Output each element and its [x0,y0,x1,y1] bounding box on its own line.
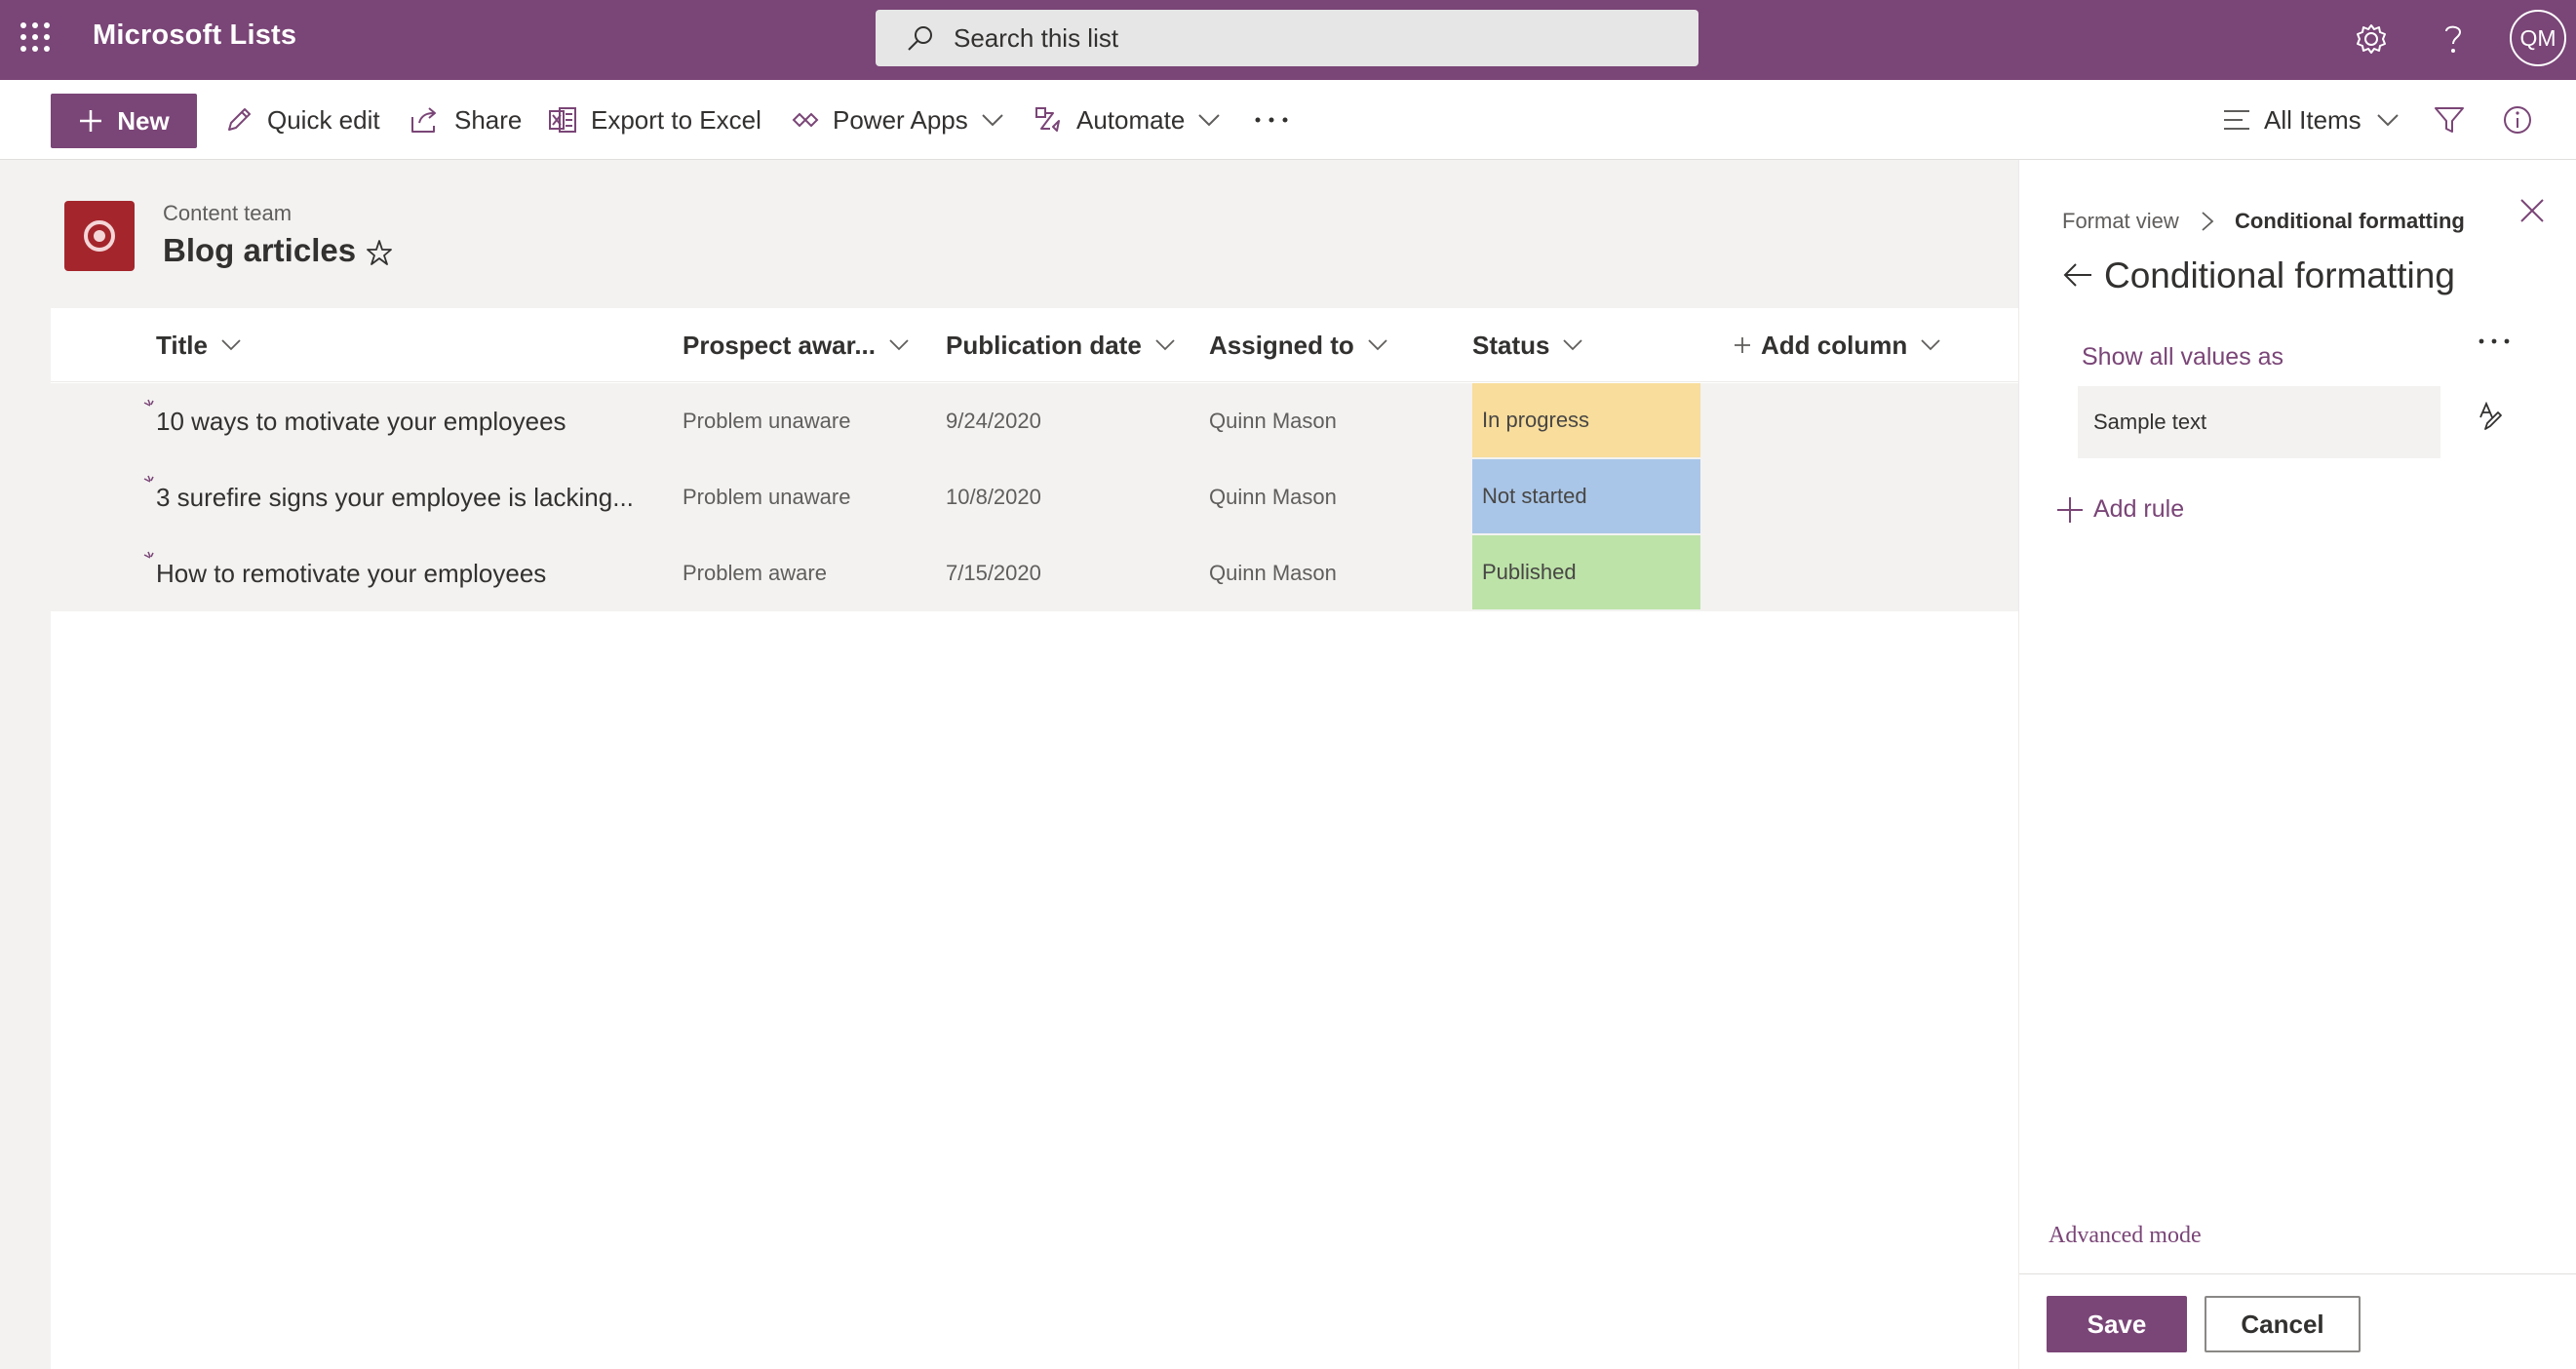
new-item-icon [142,399,156,412]
list-view-icon [2223,109,2250,131]
cancel-button[interactable]: Cancel [2205,1296,2361,1352]
row-publication-date: 10/8/2020 [946,485,1041,509]
back-arrow-icon[interactable] [2062,261,2093,289]
list-area: Content team Blog articles Title Prospec… [0,160,2018,1369]
show-all-values-label[interactable]: Show all values as [2082,343,2283,372]
breadcrumb-conditional-formatting: Conditional formatting [2235,209,2465,233]
advanced-mode-link[interactable]: Advanced mode [2049,1223,2202,1249]
row-prospect: Problem unaware [683,485,851,509]
app-name[interactable]: Microsoft Lists [93,20,296,52]
site-name[interactable]: Content team [163,201,292,226]
help-icon[interactable] [2434,18,2473,60]
table-row[interactable]: 10 ways to motivate your employees Probl… [51,383,2018,459]
breadcrumb-format-view[interactable]: Format view [2062,209,2179,234]
filter-icon[interactable] [2434,80,2465,160]
share-button[interactable]: Share [410,80,522,160]
row-assigned-to[interactable]: Quinn Mason [1209,383,1337,459]
column-header-status[interactable]: Status [1472,308,1583,382]
row-prospect: Problem aware [683,561,827,585]
row-publication-date: 7/15/2020 [946,561,1041,585]
more-horizontal-icon [1254,116,1289,124]
gear-icon[interactable] [2350,18,2393,60]
automate-icon [1034,105,1063,135]
chevron-down-icon [1563,339,1583,351]
command-bar: New Quick edit Share Export to Excel Pow… [0,80,2576,160]
view-switcher-label: All Items [2264,104,2361,135]
app-launcher-waffle-icon[interactable] [18,20,57,59]
chevron-down-icon [982,113,1003,127]
list-grid: Title Prospect awar... Publication date … [51,308,2018,1369]
status-badge: Published [1472,535,1700,609]
search-input[interactable]: Search this list [876,10,1698,66]
quick-edit-label: Quick edit [267,104,380,135]
more-options-icon[interactable] [2478,337,2511,345]
column-header-assigned-to[interactable]: Assigned to [1209,308,1387,382]
row-publication-date: 9/24/2020 [946,409,1041,433]
automate-label: Automate [1076,104,1186,135]
new-item-icon [142,551,156,565]
search-icon [905,23,936,55]
avatar[interactable]: QM [2510,10,2566,66]
share-icon [410,105,441,135]
plus-icon [78,108,103,134]
chevron-down-icon [1198,113,1221,127]
search-placeholder: Search this list [954,23,1119,53]
more-commands-button[interactable] [1254,80,1289,160]
panel-footer: Save Cancel [2019,1273,2576,1369]
suite-header: Microsoft Lists Search this list QM [0,0,2576,80]
chevron-down-icon [1921,339,1940,351]
edit-style-icon[interactable] [2478,402,2503,431]
save-button[interactable]: Save [2047,1296,2187,1352]
new-item-icon [142,475,156,489]
chevron-down-icon [2376,113,2399,127]
chevron-down-icon [1368,339,1387,351]
row-title[interactable]: 10 ways to motivate your employees [156,383,566,459]
quick-edit-button[interactable]: Quick edit [224,80,380,160]
sample-text-preview[interactable]: Sample text [2078,386,2440,458]
favorite-star-icon[interactable] [365,238,394,267]
export-to-excel-label: Export to Excel [591,104,761,135]
chevron-down-icon [221,339,241,351]
column-header-row: Title Prospect awar... Publication date … [51,308,2018,382]
new-button-label: New [117,105,170,136]
column-header-title[interactable]: Title [156,308,241,382]
column-header-publication-date[interactable]: Publication date [946,308,1175,382]
share-label: Share [454,104,523,135]
list-title: Blog articles [163,232,357,268]
add-column-button[interactable]: Add column [1734,308,1940,382]
status-badge: Not started [1472,459,1700,533]
row-prospect: Problem unaware [683,409,851,433]
column-header-prospect[interactable]: Prospect awar... [683,308,909,382]
excel-icon [548,105,577,135]
row-title[interactable]: How to remotivate your employees [156,535,546,611]
panel-title: Conditional formatting [2104,255,2455,295]
chevron-down-icon [1155,339,1175,351]
plus-icon [2056,496,2084,524]
format-view-panel: Format view Conditional formatting Condi… [2018,160,2576,1369]
row-assigned-to[interactable]: Quinn Mason [1209,459,1337,535]
info-icon[interactable] [2502,80,2533,160]
automate-button[interactable]: Automate [1034,80,1221,160]
pencil-icon [224,105,254,135]
table-row[interactable]: How to remotivate your employees Problem… [51,535,2018,611]
add-rule-button[interactable]: Add rule [2056,495,2184,524]
power-apps-label: Power Apps [833,104,968,135]
new-button[interactable]: New [51,94,197,148]
row-title[interactable]: 3 surefire signs your employee is lackin… [156,459,634,535]
power-apps-icon [792,106,819,134]
status-badge: In progress [1472,383,1700,457]
power-apps-button[interactable]: Power Apps [792,80,1003,160]
add-rule-label: Add rule [2093,495,2185,523]
table-row[interactable]: 3 surefire signs your employee is lackin… [51,459,2018,535]
close-icon[interactable] [2518,197,2546,224]
chevron-down-icon [889,339,909,351]
list-logo-icon [64,201,135,271]
row-assigned-to[interactable]: Quinn Mason [1209,535,1337,611]
plus-icon [1734,336,1751,354]
chevron-right-icon [2201,211,2214,232]
export-to-excel-button[interactable]: Export to Excel [548,80,761,160]
view-switcher-button[interactable]: All Items [2223,80,2399,160]
